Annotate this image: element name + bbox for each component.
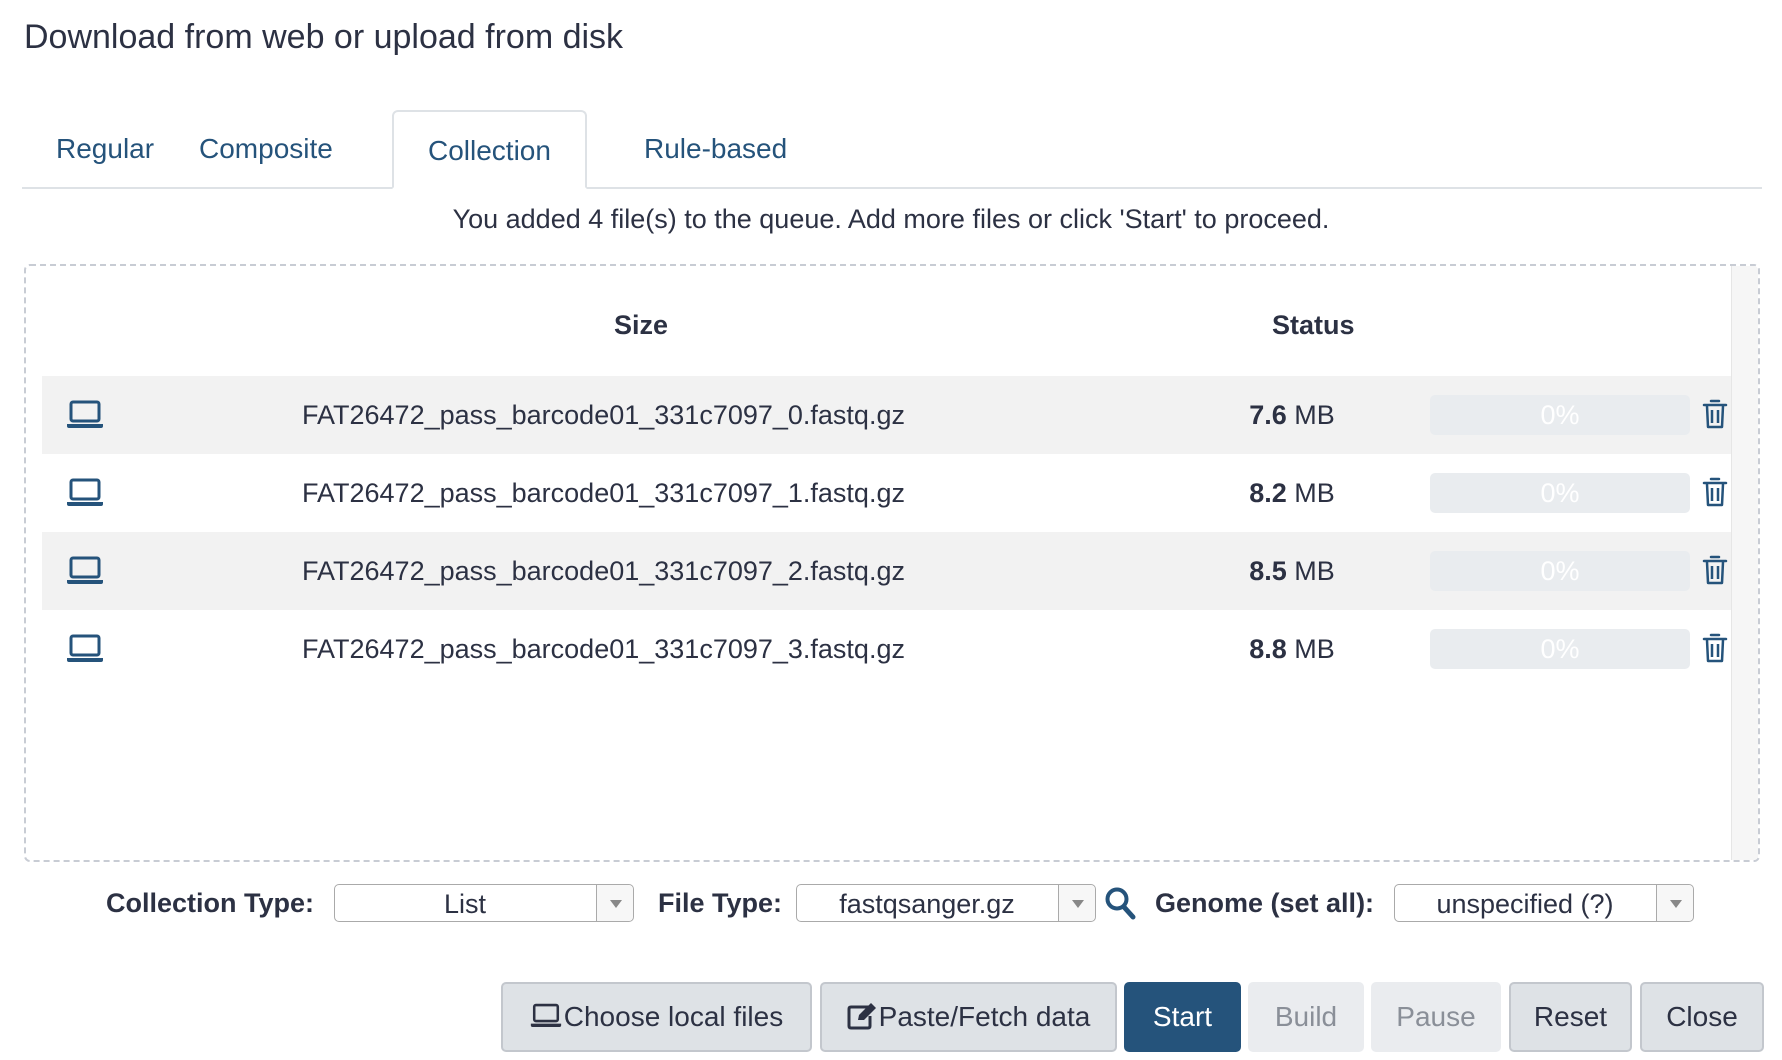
laptop-icon: [530, 1003, 561, 1027]
queue-message: You added 4 file(s) to the queue. Add mo…: [452, 204, 1330, 234]
file-size-unit: MB: [1294, 478, 1335, 508]
progress-label: 0%: [1540, 478, 1580, 508]
pause-button[interactable]: Pause: [1371, 982, 1501, 1052]
file-size-unit: MB: [1294, 556, 1335, 586]
paste-fetch-label: Paste/Fetch data: [878, 1001, 1091, 1032]
file-type-select[interactable]: fastqsanger.gz: [796, 884, 1096, 922]
build-button[interactable]: Build: [1248, 982, 1364, 1052]
file-name: FAT26472_pass_barcode01_331c7097_1.fastq…: [302, 478, 905, 508]
tab-regular[interactable]: Regular: [22, 110, 188, 187]
progress-label: 0%: [1540, 634, 1580, 664]
table-row: FAT26472_pass_barcode01_331c7097_3.fastq…: [42, 610, 1732, 688]
trash-icon[interactable]: [1702, 554, 1728, 586]
chevron-down-icon: [596, 885, 633, 921]
genome-value: unspecified (?): [1436, 889, 1614, 919]
choose-local-files-label: Choose local files: [563, 1001, 784, 1032]
close-button[interactable]: Close: [1640, 982, 1764, 1052]
collection-type-label: Collection Type:: [106, 888, 315, 918]
genome-select[interactable]: unspecified (?): [1394, 884, 1694, 922]
file-type-value: fastqsanger.gz: [839, 889, 1015, 919]
reset-button[interactable]: Reset: [1509, 982, 1632, 1052]
chevron-down-icon: [1656, 885, 1693, 921]
file-size-value: 8.8: [1249, 634, 1287, 664]
tab-composite[interactable]: Composite: [165, 110, 367, 187]
size-column-header: Size: [614, 310, 669, 340]
file-size: 7.6 MB: [1232, 376, 1352, 454]
genome-label: Genome (set all):: [1155, 888, 1375, 918]
dropzone-scrollbar[interactable]: [1731, 266, 1758, 860]
table-row: FAT26472_pass_barcode01_331c7097_1.fastq…: [42, 454, 1732, 532]
file-size-unit: MB: [1294, 634, 1335, 664]
choose-local-files-button[interactable]: Choose local files: [501, 982, 812, 1052]
file-name: FAT26472_pass_barcode01_331c7097_0.fastq…: [302, 400, 905, 430]
laptop-icon: [67, 400, 103, 428]
file-size-value: 8.2: [1249, 478, 1287, 508]
dialog-title: Download from web or upload from disk: [24, 18, 624, 56]
progress-label: 0%: [1540, 400, 1580, 430]
collection-type-value: List: [443, 889, 487, 919]
upload-progress-bar: 0%: [1430, 473, 1690, 513]
file-size-value: 8.5: [1249, 556, 1287, 586]
paste-fetch-button[interactable]: Paste/Fetch data: [820, 982, 1117, 1052]
status-column-header: Status: [1272, 310, 1355, 340]
file-size-unit: MB: [1294, 400, 1335, 430]
tab-rule-based[interactable]: Rule-based: [610, 110, 821, 187]
table-row: FAT26472_pass_barcode01_331c7097_0.fastq…: [42, 376, 1732, 454]
tab-collection[interactable]: Collection: [392, 110, 587, 189]
file-size: 8.2 MB: [1232, 454, 1352, 532]
upload-dropzone[interactable]: Size Status FAT26472_pass_barcode01_331c…: [24, 264, 1760, 862]
upload-progress-bar: 0%: [1430, 629, 1690, 669]
collection-type-select[interactable]: List: [334, 884, 634, 922]
laptop-icon: [67, 634, 103, 662]
trash-icon[interactable]: [1702, 398, 1728, 430]
file-name: FAT26472_pass_barcode01_331c7097_3.fastq…: [302, 634, 905, 664]
file-name: FAT26472_pass_barcode01_331c7097_2.fastq…: [302, 556, 905, 586]
trash-icon[interactable]: [1702, 476, 1728, 508]
file-size: 8.8 MB: [1232, 610, 1352, 688]
laptop-icon: [67, 478, 103, 506]
start-button[interactable]: Start: [1124, 982, 1241, 1052]
file-size: 8.5 MB: [1232, 532, 1352, 610]
file-size-value: 7.6: [1249, 400, 1287, 430]
upload-progress-bar: 0%: [1430, 395, 1690, 435]
progress-label: 0%: [1540, 556, 1580, 586]
upload-progress-bar: 0%: [1430, 551, 1690, 591]
table-row: FAT26472_pass_barcode01_331c7097_2.fastq…: [42, 532, 1732, 610]
laptop-icon: [67, 556, 103, 584]
upload-tabs: Regular Composite Collection Rule-based: [22, 110, 1762, 189]
file-type-label: File Type:: [658, 888, 783, 918]
chevron-down-icon: [1058, 885, 1095, 921]
trash-icon[interactable]: [1702, 632, 1728, 664]
edit-icon: [847, 1002, 876, 1030]
upload-options: Collection Type: List File Type: fastqsa…: [0, 880, 1782, 930]
search-icon[interactable]: [1104, 886, 1136, 920]
